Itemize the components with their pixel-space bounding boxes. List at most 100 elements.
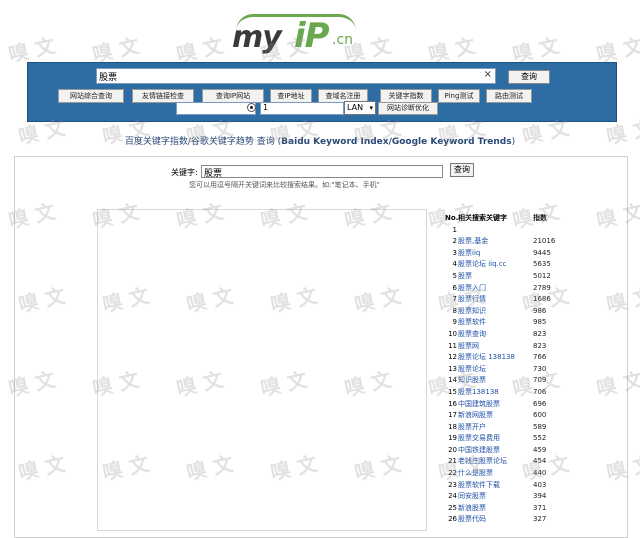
tool-friendlink-button[interactable]: 友情链接检查: [132, 89, 194, 103]
row-rank-number: 18: [448, 422, 457, 431]
row-keyword-link[interactable]: 老钱庄股票论坛: [458, 456, 507, 468]
row-rank-number: 12: [448, 353, 457, 362]
row-rank-number: 21: [448, 457, 457, 466]
table-row: 16 中国建筑股票 696: [445, 399, 565, 411]
row-keyword-link[interactable]: 股票论坛: [458, 364, 486, 376]
subtitle-baidu-link[interactable]: 百度关键字指数: [125, 137, 188, 147]
table-row: 6 股票入门 2789: [445, 283, 565, 295]
row-rank-number: 2: [452, 237, 457, 246]
keyword-label: 关键字:: [171, 168, 198, 177]
row-keyword-link[interactable]: 新浪网股票: [458, 410, 493, 422]
row-rank-number: 1: [452, 225, 457, 234]
row-index-value: 403: [533, 480, 547, 489]
main-content: 关键字: 股票 查询 您可以用逗号隔开关键词来比较搜索结果。如:"笔记本、手机"…: [14, 156, 628, 538]
row-keyword-link[interactable]: 股票知识: [458, 306, 486, 318]
chevron-down-icon: ▾: [369, 104, 373, 112]
related-keywords-table: No. 相关搜索关键字 指数 1 2 股票,基金 21016 3 股票iiq 9445 4 股票…: [445, 213, 565, 526]
trend-chart-area: [97, 209, 427, 531]
tool-site-overview-button[interactable]: 网站综合查询: [58, 89, 124, 103]
row-keyword-link[interactable]: 股票软件下载: [458, 480, 500, 492]
table-row: 5 股票 5012: [445, 271, 565, 283]
row-keyword-link[interactable]: 同安股票: [458, 491, 486, 503]
row-keyword-link[interactable]: 知识股票: [458, 375, 486, 387]
lan-select-value: LAN: [347, 103, 364, 112]
table-row: 7 股票行情 1686: [445, 294, 565, 306]
tool-ping-button[interactable]: Ping测试: [438, 89, 480, 103]
table-row: 12 股票论坛 138138 766: [445, 352, 565, 364]
row-keyword-link[interactable]: 股票: [458, 271, 472, 283]
row-keyword-link[interactable]: 什么是股票: [458, 468, 493, 480]
radio-button[interactable]: [247, 103, 256, 112]
row-rank-number: 14: [448, 376, 457, 385]
row-index-value: 21016: [533, 237, 556, 246]
table-row: 26 股票代码 327: [445, 514, 565, 526]
tool-keyword-index-button[interactable]: 关键字指数: [380, 89, 432, 103]
logo-text-my: my: [232, 20, 282, 55]
row-rank-number: 11: [448, 341, 457, 350]
row-index-value: 454: [533, 457, 547, 466]
table-row: 22 什么是股票 440: [445, 468, 565, 480]
row-rank-number: 23: [448, 480, 457, 489]
logo-text-ip: iP: [294, 16, 330, 56]
search-panel: 股票 × 查询 网站综合查询 友情链接检查 查询IP网站 查IP地址 查域名注册…: [27, 62, 617, 122]
row-keyword-link[interactable]: 股票查询: [458, 329, 486, 341]
table-row: 11 股票网 823: [445, 341, 565, 353]
row-index-value: 5012: [533, 271, 551, 280]
table-row: 23 股票软件下载 403: [445, 480, 565, 492]
row-keyword-link[interactable]: 股票138138: [458, 387, 499, 399]
row-keyword-link[interactable]: 中国建筑股票: [458, 399, 500, 411]
row-rank-number: 4: [452, 260, 457, 269]
table-row: 8 股票知识 986: [445, 306, 565, 318]
row-keyword-link[interactable]: 股票,基金: [458, 236, 488, 248]
lan-select[interactable]: LAN ▾: [344, 101, 376, 115]
number-input-value: 1: [263, 103, 269, 112]
row-index-value: 552: [533, 434, 547, 443]
keyword-input[interactable]: 股票: [201, 165, 443, 179]
row-keyword-link[interactable]: 股票网: [458, 341, 479, 353]
table-row: 15 股票138138 706: [445, 387, 565, 399]
row-index-value: 766: [533, 353, 547, 362]
tool-ip-address-button[interactable]: 查IP地址: [270, 89, 312, 103]
row-keyword-link[interactable]: 股票开户: [458, 422, 486, 434]
row-rank-number: 9: [452, 318, 457, 327]
row-keyword-link[interactable]: 股票论坛 iiq.cc: [458, 259, 506, 271]
table-row: 20 中国铁建股票 459: [445, 445, 565, 457]
row-keyword-link[interactable]: 股票iiq: [458, 248, 480, 260]
table-row: 2 股票,基金 21016: [445, 236, 565, 248]
row-rank-number: 17: [448, 411, 457, 420]
row-rank-number: 20: [448, 445, 457, 454]
row-rank-number: 24: [448, 492, 457, 501]
search-button[interactable]: 查询: [508, 70, 550, 84]
row-keyword-link[interactable]: 新浪股票: [458, 503, 486, 515]
table-row: 17 新浪网股票 600: [445, 410, 565, 422]
row-index-value: 327: [533, 515, 547, 524]
row-keyword-link[interactable]: 股票入门: [458, 283, 486, 295]
row-keyword-link[interactable]: 股票行情: [458, 294, 486, 306]
row-index-value: 459: [533, 445, 547, 454]
row-keyword-link[interactable]: 股票交易费用: [458, 433, 500, 445]
table-row: 25 新浪股票 371: [445, 503, 565, 515]
keyword-query-button[interactable]: 查询: [450, 163, 474, 177]
row-rank-number: 26: [448, 515, 457, 524]
header-keyword: 相关搜索关键字: [458, 214, 507, 222]
row-index-value: 823: [533, 329, 547, 338]
site-logo[interactable]: my iP .cn: [232, 14, 372, 56]
tool-traceroute-button[interactable]: 路由测试: [486, 89, 532, 103]
row-rank-number: 16: [448, 399, 457, 408]
number-input[interactable]: 1: [260, 102, 344, 115]
table-row: 13 股票论坛 730: [445, 364, 565, 376]
site-diagnose-button[interactable]: 网站诊断优化: [378, 102, 438, 115]
row-rank-number: 5: [452, 271, 457, 280]
row-index-value: 2789: [533, 283, 551, 292]
search-input[interactable]: 股票 ×: [96, 68, 496, 84]
subtitle-end: ): [511, 137, 516, 147]
row-keyword-link[interactable]: 中国铁建股票: [458, 445, 500, 457]
row-keyword-link[interactable]: 股票论坛 138138: [458, 352, 515, 364]
row-index-value: 985: [533, 318, 547, 327]
tool-ip-sites-button[interactable]: 查询IP网站: [202, 89, 264, 103]
ip-input[interactable]: [176, 102, 256, 115]
row-keyword-link[interactable]: 股票代码: [458, 514, 486, 526]
row-rank-number: 6: [452, 283, 457, 292]
clear-icon[interactable]: ×: [484, 69, 492, 80]
row-keyword-link[interactable]: 股票软件: [458, 317, 486, 329]
